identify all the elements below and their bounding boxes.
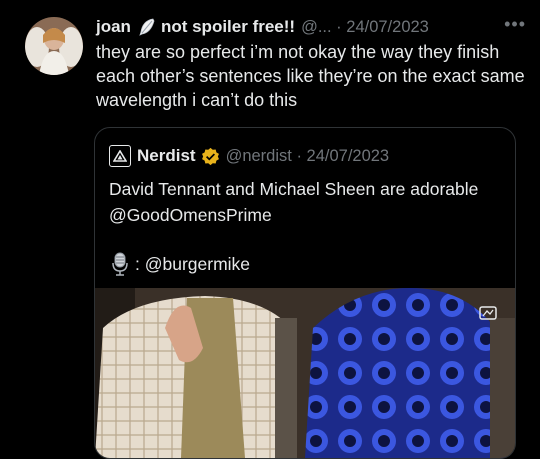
author-avatar[interactable] — [25, 17, 83, 75]
more-icon[interactable]: ••• — [504, 14, 526, 35]
quoted-header: Nerdist @nerdist · 24/07/2023 — [109, 145, 389, 167]
credit-line: : @burgermike — [109, 251, 250, 277]
tweet-date[interactable]: 24/07/2023 — [346, 18, 429, 36]
author-name[interactable]: joan — [96, 17, 131, 37]
tweet-header: joan not spoiler free!! @... · 24/07/202… — [96, 15, 530, 39]
quoted-author-name[interactable]: Nerdist — [137, 146, 196, 166]
quoted-date[interactable]: 24/07/2023 — [307, 147, 390, 165]
quoted-tweet[interactable]: Nerdist @nerdist · 24/07/2023 David Tenn… — [94, 127, 516, 459]
author-name-suffix[interactable]: not spoiler free!! — [161, 17, 295, 37]
verified-badge-icon — [201, 147, 219, 165]
credit-label: : — [135, 253, 145, 274]
credit-handle[interactable]: @burgermike — [145, 254, 250, 275]
media-view-icon[interactable] — [479, 305, 497, 321]
microphone-icon — [112, 252, 128, 276]
feather-icon — [139, 18, 155, 36]
author-handle[interactable]: @... · 24/07/2023 — [301, 18, 429, 37]
video-still-image — [95, 288, 515, 458]
nerdist-logo-icon — [109, 145, 131, 167]
angel-avatar — [25, 17, 83, 75]
quoted-media[interactable] — [95, 288, 515, 458]
quoted-text: David Tennant and Michael Sheen are ador… — [109, 179, 479, 225]
quoted-handle[interactable]: @nerdist · 24/07/2023 — [226, 147, 390, 166]
tweet-text: they are so perfect i’m not okay the way… — [96, 42, 525, 110]
